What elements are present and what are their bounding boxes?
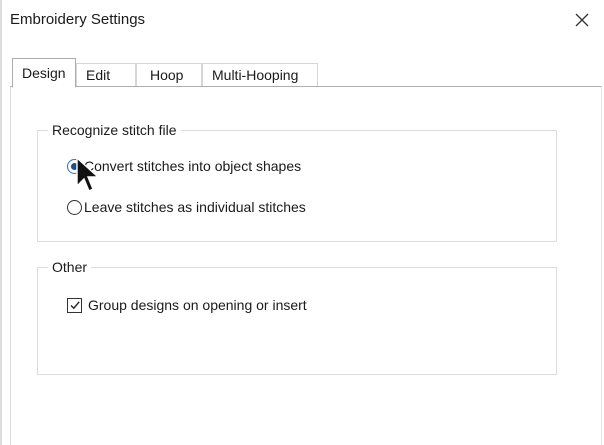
tab-design[interactable]: Design xyxy=(12,58,76,88)
close-button[interactable] xyxy=(564,2,600,38)
design-tab-page: Recognize stitch file Other xyxy=(10,86,602,445)
dialog-title: Embroidery Settings xyxy=(10,11,146,28)
tab-hoop[interactable]: Hoop xyxy=(136,63,202,87)
radio-convert-stitches[interactable]: Convert stitches into object shapes xyxy=(67,158,301,174)
embroidery-settings-dialog: Embroidery Settings Design Edit Hoop Mul… xyxy=(0,0,604,445)
tab-edit[interactable]: Edit xyxy=(76,63,136,87)
group-title-recognize: Recognize stitch file xyxy=(48,122,181,138)
checkbox-checked[interactable] xyxy=(67,297,82,313)
other-group: Other xyxy=(37,259,557,375)
recognize-stitch-file-group: Recognize stitch file xyxy=(37,122,557,242)
tab-multi-hooping[interactable]: Multi-Hooping xyxy=(202,63,318,87)
checkbox-group-designs[interactable]: Group designs on opening or insert xyxy=(67,297,307,313)
radio-button-unchecked[interactable] xyxy=(67,199,82,215)
radio-leave-stitches[interactable]: Leave stitches as individual stitches xyxy=(67,199,306,215)
checkmark-icon xyxy=(70,301,80,310)
window-border xyxy=(0,0,2,445)
radio-label-leave: Leave stitches as individual stitches xyxy=(84,199,306,215)
close-icon xyxy=(575,13,589,27)
radio-label-convert: Convert stitches into object shapes xyxy=(84,158,302,174)
radio-button-checked[interactable] xyxy=(67,158,82,174)
checkbox-label-group-designs: Group designs on opening or insert xyxy=(88,297,307,313)
group-title-other: Other xyxy=(48,259,92,275)
